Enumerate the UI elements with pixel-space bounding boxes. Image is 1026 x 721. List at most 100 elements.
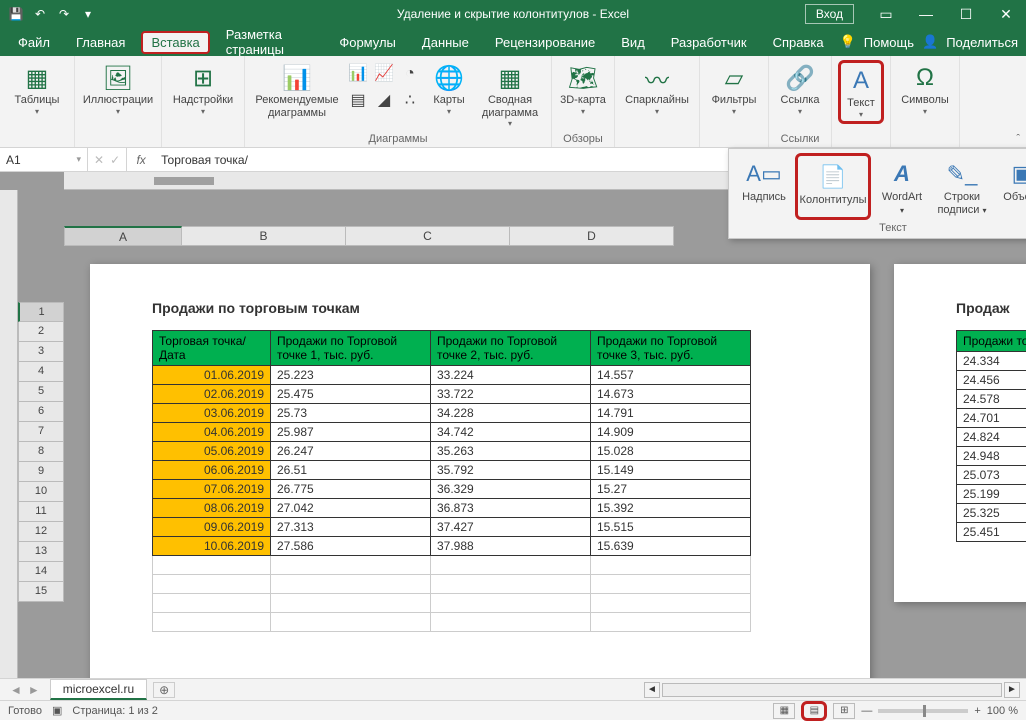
col-header-C[interactable]: C (346, 226, 510, 246)
table-row[interactable]: 24.948 (957, 447, 1026, 466)
table-row[interactable]: 24.578 (957, 390, 1026, 409)
row-header-14[interactable]: 14 (18, 562, 64, 582)
share-icon[interactable]: 👤 (922, 34, 938, 50)
name-box[interactable]: A1▾ (0, 148, 88, 171)
line-chart-icon[interactable]: 📈 (372, 61, 396, 85)
table-row[interactable]: 24.824 (957, 428, 1026, 447)
vertical-ruler[interactable] (0, 190, 18, 680)
pivot-chart-button[interactable]: ▦Сводная диаграмма▾ (475, 60, 545, 130)
tab-data[interactable]: Данные (412, 31, 479, 54)
textbox-button[interactable]: A▭Надпись (735, 153, 793, 220)
sheet-tab[interactable]: microexcel.ru (50, 679, 147, 700)
save-icon[interactable]: 💾 (8, 6, 24, 22)
tell-me-icon[interactable]: 💡 (840, 34, 856, 50)
row-header-8[interactable]: 8 (18, 442, 64, 462)
row-header-12[interactable]: 12 (18, 522, 64, 542)
text-button[interactable]: AТекст▾ (838, 60, 884, 124)
close-icon[interactable]: ✕ (986, 0, 1026, 28)
wordart-button[interactable]: AWordArt▾ (873, 153, 931, 220)
sparklines-button[interactable]: 〰Спарклайны▾ (621, 60, 693, 118)
3dmap-button[interactable]: 🗺3D-карта▾ (558, 60, 608, 118)
table-row[interactable]: 06.06.201926.5135.79215.149 (153, 461, 751, 480)
zoom-out-icon[interactable]: — (861, 705, 872, 717)
row-header-11[interactable]: 11 (18, 502, 64, 522)
tell-me-label[interactable]: Помощь (864, 35, 914, 50)
col-header-A[interactable]: A (64, 226, 182, 246)
object-button[interactable]: ▣Объект (993, 153, 1026, 220)
hscroll-right-icon[interactable]: ► (1004, 682, 1020, 698)
zoom-slider[interactable] (878, 709, 968, 713)
table-row[interactable]: 25.073 (957, 466, 1026, 485)
view-normal-icon[interactable]: ▦ (773, 703, 795, 719)
signature-line-button[interactable]: ✎_Строки подписи ▾ (933, 153, 991, 220)
tab-nav-prev-icon[interactable]: ◄ (10, 683, 22, 697)
row-header-15[interactable]: 15 (18, 582, 64, 602)
row-header-10[interactable]: 10 (18, 482, 64, 502)
maximize-icon[interactable]: ☐ (946, 0, 986, 28)
illustrations-button[interactable]: 🖼Иллюстрации▾ (81, 60, 155, 118)
data-table[interactable]: Торговая точка/ ДатаПродажи по Торговой … (152, 330, 751, 632)
table-row[interactable]: 02.06.201925.47533.72214.673 (153, 385, 751, 404)
tab-view[interactable]: Вид (611, 31, 655, 54)
table-row[interactable] (153, 613, 751, 632)
data-table-2[interactable]: Продажи точке 4 24.33424.45624.57824.701… (956, 330, 1026, 542)
row-header-4[interactable]: 4 (18, 362, 64, 382)
table-row[interactable]: 08.06.201927.04236.87315.392 (153, 499, 751, 518)
table-row[interactable]: 25.199 (957, 485, 1026, 504)
table-row[interactable]: 24.701 (957, 409, 1026, 428)
table-row[interactable]: 24.456 (957, 371, 1026, 390)
row-header-9[interactable]: 9 (18, 462, 64, 482)
collapse-ribbon-icon[interactable]: ˆ (1016, 133, 1020, 145)
filters-button[interactable]: ▱Фильтры▾ (706, 60, 762, 118)
table-row[interactable] (153, 594, 751, 613)
qat-dropdown-icon[interactable]: ▾ (80, 6, 96, 22)
table-row[interactable]: 03.06.201925.7334.22814.791 (153, 404, 751, 423)
table-row[interactable] (153, 556, 751, 575)
col-header-B[interactable]: B (182, 226, 346, 246)
tab-insert[interactable]: Вставка (141, 31, 209, 54)
zoom-in-icon[interactable]: + (974, 705, 980, 717)
tab-home[interactable]: Главная (66, 31, 135, 54)
table-row[interactable]: 07.06.201926.77536.32915.27 (153, 480, 751, 499)
tab-formulas[interactable]: Формулы (329, 31, 406, 54)
table-row[interactable]: 01.06.201925.22333.22414.557 (153, 366, 751, 385)
header-footer-button[interactable]: 📄Колонтитулы (795, 153, 871, 220)
table-row[interactable]: 25.325 (957, 504, 1026, 523)
table-row[interactable]: 09.06.201927.31337.42715.515 (153, 518, 751, 537)
row-header-6[interactable]: 6 (18, 402, 64, 422)
symbols-button[interactable]: ΩСимволы▾ (897, 60, 953, 118)
view-pagelayout-icon[interactable]: ▤ (801, 701, 827, 721)
tab-file[interactable]: Файл (8, 31, 60, 54)
tables-button[interactable]: ▦Таблицы▾ (6, 60, 68, 118)
row-header-5[interactable]: 5 (18, 382, 64, 402)
col-header-D[interactable]: D (510, 226, 674, 246)
table-row[interactable]: 04.06.201925.98734.74214.909 (153, 423, 751, 442)
table-row[interactable]: 25.451 (957, 523, 1026, 542)
table-row[interactable]: 24.334 (957, 352, 1026, 371)
tab-developer[interactable]: Разработчик (661, 31, 757, 54)
link-button[interactable]: 🔗Ссылка▾ (775, 60, 825, 118)
fx-icon[interactable]: fx (127, 153, 155, 167)
col-chart-icon[interactable]: 📊 (346, 61, 370, 85)
signin-button[interactable]: Вход (805, 4, 854, 24)
row-header-13[interactable]: 13 (18, 542, 64, 562)
tab-nav-next-icon[interactable]: ► (28, 683, 40, 697)
recommended-charts-button[interactable]: 📊Рекомендуемые диаграммы (251, 60, 343, 121)
add-sheet-button[interactable]: ⊕ (153, 682, 175, 698)
tab-help[interactable]: Справка (763, 31, 834, 54)
row-header-7[interactable]: 7 (18, 422, 64, 442)
bar-chart-icon[interactable]: ▤ (346, 88, 370, 112)
pie-chart-icon[interactable]: ◔ (398, 62, 422, 86)
table-row[interactable]: 10.06.201927.58637.98815.639 (153, 537, 751, 556)
row-header-2[interactable]: 2 (18, 322, 64, 342)
table-row[interactable] (153, 575, 751, 594)
row-header-1[interactable]: 1 (18, 302, 64, 322)
minimize-icon[interactable]: — (906, 0, 946, 28)
area-chart-icon[interactable]: ◢ (372, 88, 396, 112)
ribbon-display-icon[interactable]: ▭ (866, 0, 906, 28)
addins-button[interactable]: ⊞Надстройки▾ (168, 60, 238, 118)
redo-icon[interactable]: ↷ (56, 6, 72, 22)
row-header-3[interactable]: 3 (18, 342, 64, 362)
table-row[interactable]: 05.06.201926.24735.26315.028 (153, 442, 751, 461)
hscroll-track[interactable] (662, 683, 1002, 697)
